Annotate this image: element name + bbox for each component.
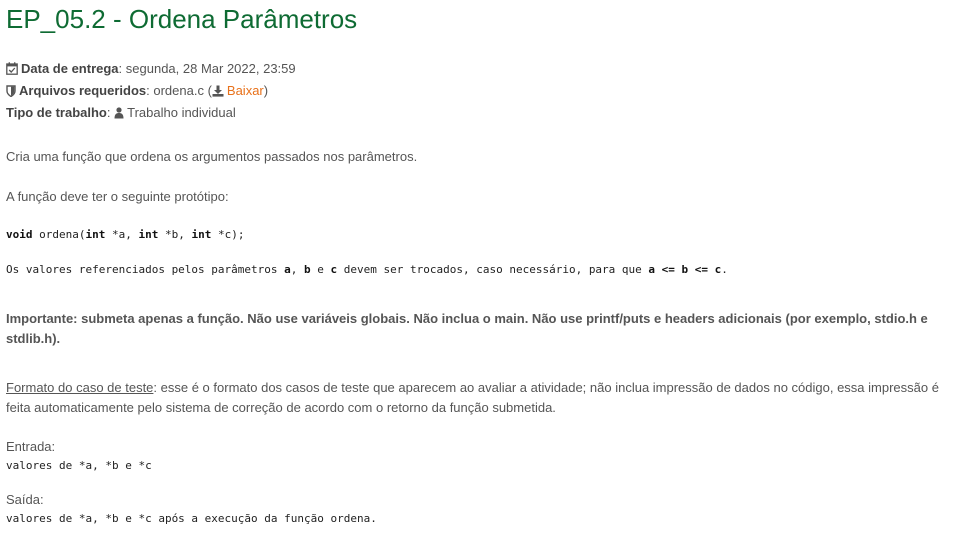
code-fn: ordena(: [32, 228, 86, 241]
desc-part: e: [310, 263, 331, 276]
due-date-label: Data de entrega: [21, 61, 119, 76]
code-param-a: *a,: [105, 228, 139, 241]
order-condition: a <= b <= c: [648, 263, 722, 276]
test-format-label: Formato do caso de teste: [6, 380, 154, 395]
desc-part: .: [721, 263, 728, 276]
description-text: Os valores referenciados pelos parâmetro…: [6, 263, 728, 276]
important-note: Importante: submeta apenas a função. Não…: [6, 311, 928, 346]
download-link[interactable]: Baixar: [227, 83, 264, 98]
intro-text: Cria uma função que ordena os argumentos…: [6, 149, 418, 164]
code-param-b: *b,: [158, 228, 192, 241]
keyword-int-1: int: [85, 228, 106, 241]
work-type-row: Tipo de trabalho: Trabalho individual: [6, 103, 296, 125]
output-value: valores de *a, *b e *c após a execução d…: [6, 512, 377, 525]
required-files-close: ): [263, 83, 269, 98]
due-date-row: Data de entrega: segunda, 28 Mar 2022, 2…: [6, 59, 296, 81]
required-files-label: Arquivos requeridos: [19, 83, 147, 98]
user-icon: [114, 105, 124, 125]
shield-icon: [6, 83, 16, 103]
keyword-int-2: int: [138, 228, 159, 241]
desc-part: devem ser trocados, caso necessário, par…: [337, 263, 649, 276]
due-date-value: : segunda, 28 Mar 2022, 23:59: [118, 61, 296, 76]
required-files-row: Arquivos requeridos: ordena.c ( Baixar): [6, 81, 296, 103]
desc-part: ,: [290, 263, 305, 276]
page-title: EP_05.2 - Ordena Parâmetros: [6, 4, 358, 34]
test-format-note: Formato do caso de teste: esse é o forma…: [6, 378, 966, 418]
param-a: a: [284, 263, 291, 276]
assignment-meta: Data de entrega: segunda, 28 Mar 2022, 2…: [6, 59, 296, 125]
work-type-sep: :: [106, 105, 115, 120]
download-icon: [212, 83, 224, 103]
work-type-value: Trabalho individual: [127, 105, 236, 120]
prototype-intro: A função deve ter o seguinte protótipo:: [6, 189, 229, 204]
work-type-label: Tipo de trabalho: [6, 105, 107, 120]
desc-part: Os valores referenciados pelos parâmetro…: [6, 263, 285, 276]
calendar-check-icon: [6, 61, 18, 81]
required-files-value: : ordena.c (: [146, 83, 212, 98]
code-param-c: *c);: [211, 228, 245, 241]
output-label: Saída:: [6, 492, 44, 507]
keyword-int-3: int: [191, 228, 212, 241]
input-value: valores de *a, *b e *c: [6, 459, 152, 472]
keyword-void: void: [6, 228, 33, 241]
param-b: b: [304, 263, 311, 276]
input-label: Entrada:: [6, 439, 56, 454]
prototype-code: void ordena(int *a, int *b, int *c);: [6, 228, 244, 241]
